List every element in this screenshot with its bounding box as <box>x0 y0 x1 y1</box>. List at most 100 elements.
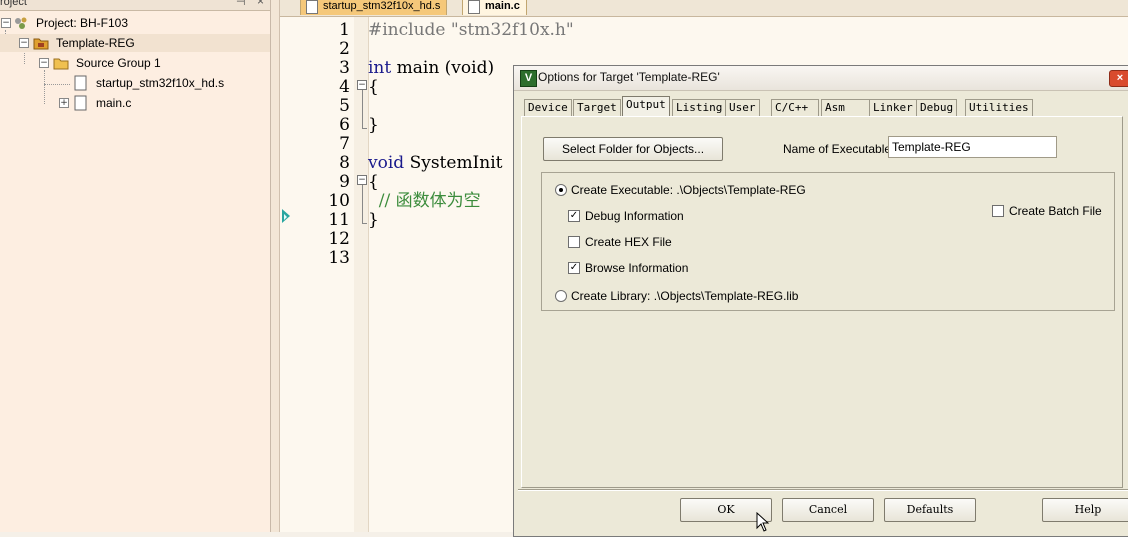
code-line-6: } <box>368 115 379 135</box>
tree-item-label: Template-REG <box>56 36 135 50</box>
dialog-tab-strip: Device Target Output Listing User C/C++ … <box>524 96 1124 117</box>
code-text: SystemInit <box>404 153 503 173</box>
tree-item-label: Source Group 1 <box>76 56 161 70</box>
tree-item-label: startup_stm32f10x_hd.s <box>96 76 225 90</box>
line-number: 7 <box>339 134 350 154</box>
line-number: 12 <box>328 229 350 249</box>
line-number: 13 <box>328 248 350 268</box>
line-number: 2 <box>339 39 350 59</box>
tree-item-target[interactable]: − Template-REG <box>0 34 270 52</box>
code-line-11: } <box>368 210 379 230</box>
tab-label: main.c <box>485 0 520 12</box>
cancel-button[interactable]: Cancel <box>782 498 874 522</box>
create-executable-label: Create Executable: .\Objects\Template-RE… <box>571 183 806 197</box>
tab-asm[interactable]: Asm <box>821 99 870 116</box>
project-panel: roject ⊣ × − Project: BH-F103 − Template… <box>0 0 271 532</box>
tab-startup-file[interactable]: startup_stm32f10x_hd.s <box>300 0 448 15</box>
fold-line <box>362 185 363 223</box>
options-dialog: V Options for Target 'Template-REG' × De… <box>513 65 1128 537</box>
code-line-9: { <box>368 172 379 192</box>
tree-item-project[interactable]: − Project: BH-F103 <box>0 14 270 32</box>
name-of-executable-label: Name of Executable: <box>783 142 895 156</box>
execution-arrow-highlight <box>284 214 287 220</box>
debug-information-label: Debug Information <box>585 209 684 223</box>
line-number-gutter: 1 2 3 4 5 6 7 8 9 10 11 12 13 <box>280 17 354 532</box>
tree-item-source-group[interactable]: − Source Group 1 <box>0 54 270 72</box>
include-string: "stm32f10x.h" <box>445 20 574 40</box>
create-library-radio[interactable] <box>555 290 567 302</box>
fold-line <box>362 128 367 129</box>
tree-item-label: Project: BH-F103 <box>36 16 129 30</box>
file-icon <box>306 0 318 14</box>
code-line-1: #include "stm32f10x.h" <box>368 21 574 40</box>
collapse-icon[interactable]: − <box>39 58 49 68</box>
browse-information-label: Browse Information <box>585 261 689 275</box>
create-hex-label: Create HEX File <box>585 235 672 249</box>
keyword: int <box>368 58 392 78</box>
create-batch-label: Create Batch File <box>1009 204 1102 218</box>
tree-item-file[interactable]: + main.c <box>0 94 270 112</box>
mouse-cursor-icon <box>756 512 770 532</box>
help-button[interactable]: Help <box>1042 498 1128 522</box>
file-icon <box>74 75 90 91</box>
panel-splitter[interactable] <box>271 0 280 532</box>
tab-linker[interactable]: Linker <box>869 99 917 116</box>
file-icon <box>468 0 480 14</box>
button-separator <box>518 489 1128 491</box>
line-number: 10 <box>328 191 350 211</box>
debug-information-checkbox[interactable]: ✓ <box>568 210 580 222</box>
tab-debug[interactable]: Debug <box>916 99 958 116</box>
tab-utilities[interactable]: Utilities <box>965 99 1033 116</box>
dialog-close-button[interactable]: × <box>1109 70 1128 87</box>
close-icon[interactable]: × <box>257 0 264 8</box>
tab-main-c[interactable]: main.c <box>462 0 527 15</box>
output-options-group: Create Executable: .\Objects\Template-RE… <box>541 172 1115 311</box>
tab-c-cpp[interactable]: C/C++ <box>771 99 819 116</box>
fold-line <box>362 223 367 224</box>
collapse-icon[interactable]: − <box>1 18 11 28</box>
tab-target[interactable]: Target <box>573 99 621 116</box>
preprocessor-directive: #include <box>368 20 446 40</box>
tab-output[interactable]: Output <box>622 96 670 117</box>
project-panel-title: roject <box>0 0 27 8</box>
create-batch-checkbox[interactable] <box>992 205 1004 217</box>
keil-logo-icon: V <box>520 70 537 87</box>
project-panel-header: roject ⊣ × <box>0 0 270 11</box>
create-hex-checkbox[interactable] <box>568 236 580 248</box>
create-library-label: Create Library: .\Objects\Template-REG.l… <box>571 289 799 303</box>
tab-label: startup_stm32f10x_hd.s <box>323 0 441 12</box>
fold-collapse-icon[interactable]: − <box>357 80 367 90</box>
tab-user[interactable]: User <box>725 99 760 116</box>
code-line-3: int main (void) <box>368 59 494 78</box>
expand-icon[interactable]: + <box>59 98 69 108</box>
folder-icon <box>53 55 69 70</box>
code-line-4: { <box>368 77 379 97</box>
tree-item-label: main.c <box>96 96 132 110</box>
project-icon <box>13 15 29 29</box>
code-line-10: // 函数体为空 <box>368 191 481 211</box>
defaults-button[interactable]: Defaults <box>884 498 976 522</box>
line-number: 8 <box>339 153 350 173</box>
dialog-title: Options for Target 'Template-REG' <box>538 70 720 84</box>
create-executable-radio[interactable] <box>555 184 567 196</box>
target-folder-icon <box>33 35 49 50</box>
line-number: 6 <box>339 115 350 135</box>
line-number: 1 <box>339 20 350 40</box>
fold-collapse-icon[interactable]: − <box>357 175 367 185</box>
select-folder-button[interactable]: Select Folder for Objects... <box>543 137 723 161</box>
fold-line <box>362 90 363 128</box>
collapse-icon[interactable]: − <box>19 38 29 48</box>
file-icon <box>74 95 90 111</box>
tab-device[interactable]: Device <box>524 99 572 116</box>
keyword: void <box>368 153 405 173</box>
code-text: main (void) <box>391 58 495 78</box>
line-number: 9 <box>339 172 350 192</box>
tab-listing[interactable]: Listing <box>672 99 727 116</box>
dialog-titlebar[interactable]: V Options for Target 'Template-REG' × <box>514 66 1128 91</box>
tree-item-file[interactable]: startup_stm32f10x_hd.s <box>0 74 270 92</box>
browse-information-checkbox[interactable]: ✓ <box>568 262 580 274</box>
line-number: 5 <box>339 96 350 116</box>
name-of-executable-input[interactable] <box>888 136 1057 158</box>
code-line-8: void SystemInit <box>368 154 503 173</box>
pin-icon[interactable]: ⊣ <box>236 0 246 8</box>
